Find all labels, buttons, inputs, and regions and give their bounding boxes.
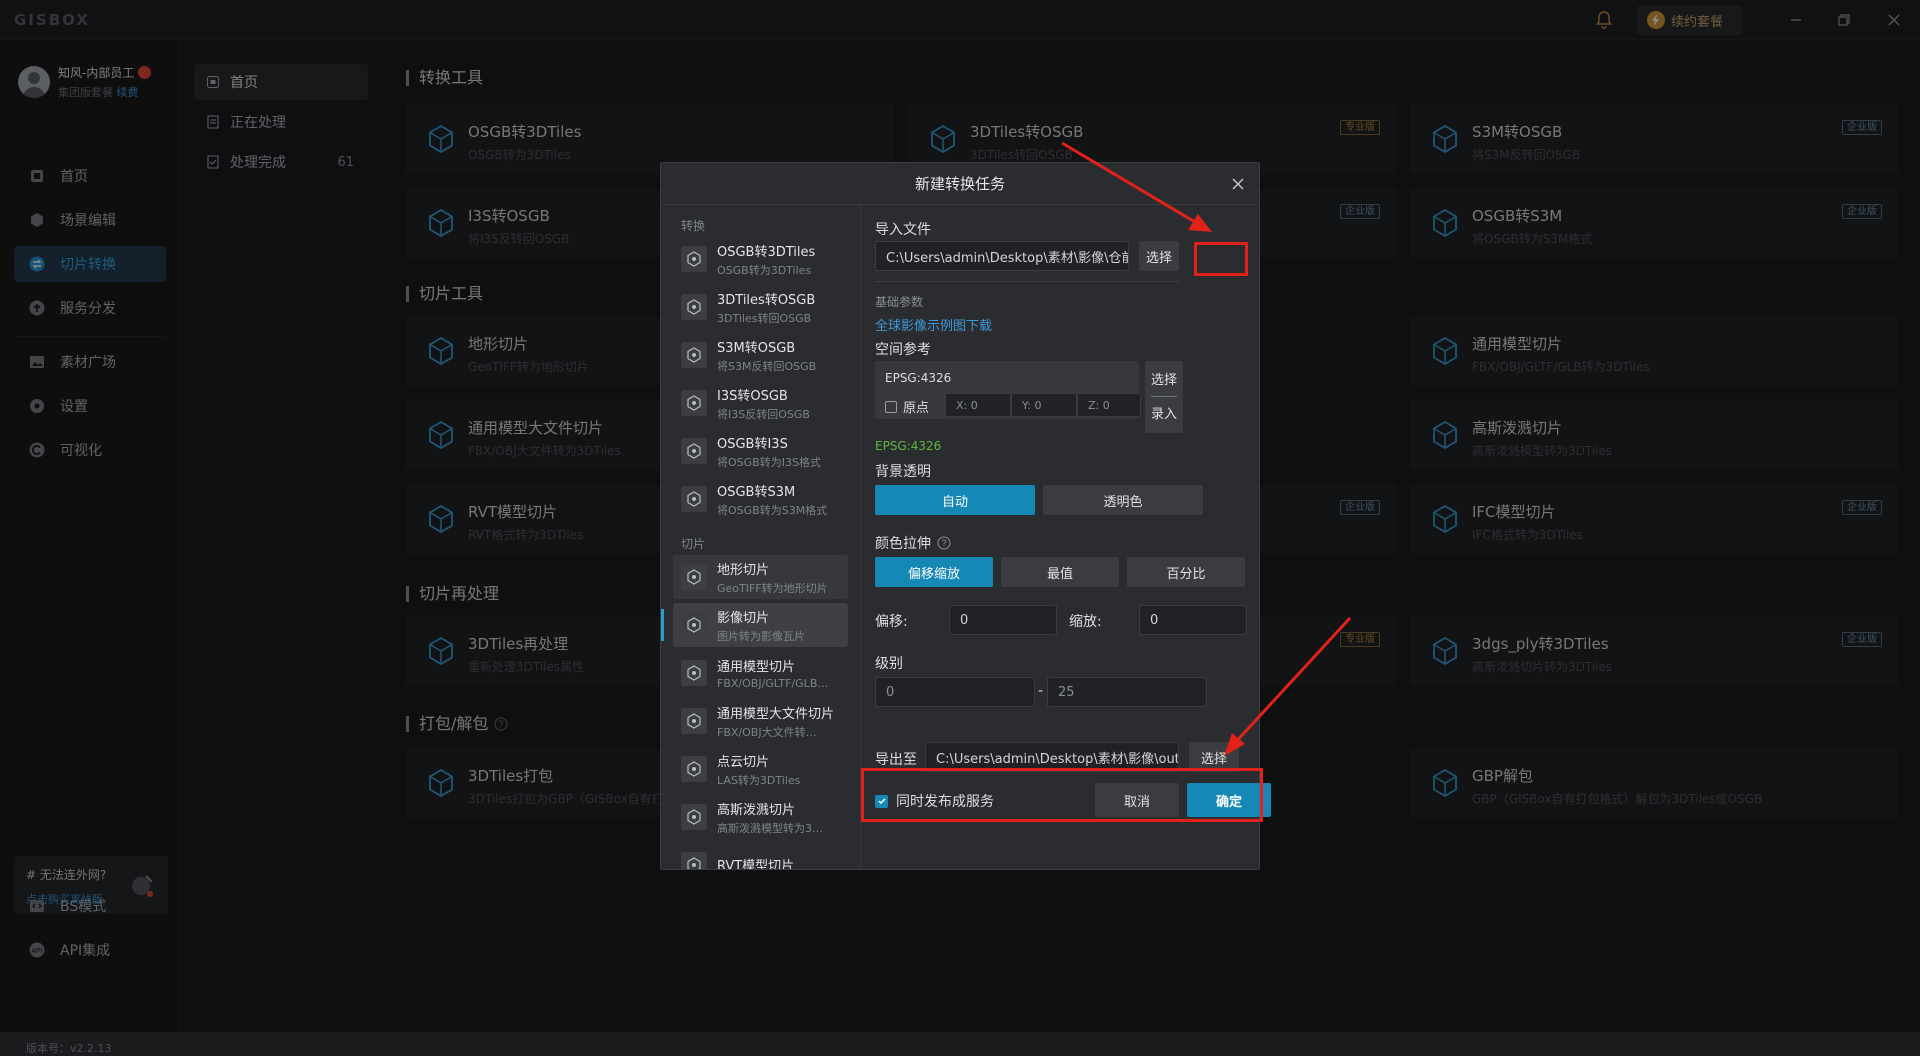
group-label-convert: 转换 bbox=[681, 219, 706, 233]
origin-checkbox[interactable] bbox=[885, 400, 897, 413]
task-type-title: 3DTiles转OSGB bbox=[717, 292, 816, 308]
import-file-label: 导入文件 bbox=[875, 222, 931, 238]
task-type-title: 通用模型切片 bbox=[717, 660, 796, 675]
task-type-icon bbox=[681, 438, 707, 464]
group-label-slice: 切片 bbox=[681, 537, 706, 551]
task-type-desc: OSGB转为3DTiles bbox=[717, 263, 812, 277]
task-type-desc: 高斯泼溅模型转为3… bbox=[717, 821, 823, 835]
level-label: 级别 bbox=[875, 656, 903, 672]
task-type-icon bbox=[681, 756, 707, 782]
task-type-item[interactable]: 3DTiles转OSGB 3DTiles转回OSGB bbox=[673, 285, 848, 329]
task-type-title: OSGB转S3M bbox=[717, 484, 796, 500]
task-type-desc: 将S3M反转回OSGB bbox=[717, 359, 817, 373]
version-label: 版本号：v2.2.13 bbox=[26, 1042, 112, 1055]
task-type-item[interactable]: OSGB转S3M 将OSGB转为S3M格式 bbox=[673, 477, 848, 521]
dialog-title: 新建转换任务 bbox=[914, 175, 1005, 193]
svg-text:?: ? bbox=[941, 538, 946, 548]
bg-auto-button[interactable]: 自动 bbox=[875, 485, 1035, 515]
task-type-desc: FBX/OBJ/GLTF/GLB… bbox=[717, 677, 829, 690]
task-type-icon bbox=[681, 852, 707, 869]
task-type-item[interactable]: OSGB转3DTiles OSGB转为3DTiles bbox=[673, 237, 848, 281]
task-type-title: I3S转OSGB bbox=[717, 388, 788, 404]
epsg-value: EPSG:4326 bbox=[885, 371, 952, 385]
level-min-input[interactable]: 0 bbox=[875, 677, 1035, 707]
task-type-icon bbox=[681, 660, 707, 686]
spatial-ref-actions: 选择 录入 bbox=[1145, 361, 1183, 433]
task-type-desc: 将OSGB转为I3S格式 bbox=[717, 455, 821, 469]
task-type-list: 转换 OSGB转3DTiles OSGB转为3DTiles 3DTiles转OSGB… bbox=[661, 205, 861, 869]
task-type-item[interactable]: 通用模型切片 FBX/OBJ/GLTF/GLB… bbox=[673, 651, 848, 695]
task-type-icon bbox=[681, 708, 707, 734]
task-type-icon bbox=[681, 342, 707, 368]
offset-input[interactable]: 0 bbox=[949, 605, 1057, 635]
task-type-icon bbox=[681, 612, 707, 638]
offset-label: 偏移: bbox=[875, 614, 908, 630]
task-type-desc: FBX/OBJ大文件转… bbox=[717, 725, 817, 739]
import-choose-button[interactable]: 选择 bbox=[1139, 241, 1179, 271]
task-type-title: 影像切片 bbox=[717, 610, 770, 626]
stretch-label: 颜色拉伸 bbox=[875, 536, 931, 552]
task-type-icon bbox=[681, 564, 707, 590]
task-type-title: RVT模型切片 bbox=[717, 858, 795, 870]
spatial-ref-box: EPSG:4326 原点 X: 0 Y: 0 Z: 0 bbox=[875, 361, 1141, 419]
task-type-item[interactable]: 高斯泼溅切片高斯泼溅模型转为3… bbox=[673, 795, 848, 839]
task-type-title: 地形切片 bbox=[717, 562, 770, 578]
close-icon[interactable] bbox=[1229, 175, 1247, 193]
help-icon[interactable]: ? bbox=[937, 536, 951, 550]
level-max-input[interactable]: 25 bbox=[1047, 677, 1207, 707]
bg-transparent-label: 背景透明 bbox=[875, 464, 931, 480]
basic-params-label: 基础参数 bbox=[875, 295, 924, 309]
task-type-item[interactable]: 影像切片图片转为影像瓦片 bbox=[661, 603, 848, 647]
task-type-desc: 图片转为影像瓦片 bbox=[717, 629, 805, 643]
task-type-title: S3M转OSGB bbox=[717, 340, 796, 356]
stretch-percent-button[interactable]: 百分比 bbox=[1127, 557, 1245, 587]
annotation-box-export bbox=[861, 768, 1263, 822]
new-task-dialog: 新建转换任务 转换 OSGB转3DTiles OSGB转为3DTiles 3DTil… bbox=[660, 162, 1271, 870]
bg-transparent-color-button[interactable]: 透明色 bbox=[1043, 485, 1203, 515]
task-type-item[interactable]: OSGB转I3S 将OSGB转为I3S格式 bbox=[673, 429, 848, 473]
task-type-desc: 将OSGB转为S3M格式 bbox=[717, 503, 828, 517]
task-type-title: OSGB转I3S bbox=[717, 436, 788, 452]
task-type-desc: 3DTiles转回OSGB bbox=[717, 311, 812, 325]
task-type-desc: 将I3S反转回OSGB bbox=[717, 407, 810, 421]
task-type-desc: GeoTIFF转为地形切片 bbox=[717, 581, 828, 595]
origin-x-input[interactable]: X: 0 bbox=[945, 393, 1011, 417]
task-type-title: 点云切片 bbox=[717, 754, 770, 770]
export-label: 导出至 bbox=[875, 752, 917, 768]
spatial-ref-enter-button[interactable]: 录入 bbox=[1145, 403, 1183, 422]
origin-y-input[interactable]: Y: 0 bbox=[1011, 393, 1077, 417]
task-type-item[interactable]: 通用模型大文件切片 FBX/OBJ大文件转… bbox=[673, 699, 848, 743]
selected-indicator bbox=[661, 609, 664, 641]
origin-z-input[interactable]: Z: 0 bbox=[1077, 393, 1141, 417]
task-type-item[interactable]: I3S转OSGB 将I3S反转回OSGB bbox=[673, 381, 848, 425]
task-type-title: 通用模型大文件切片 bbox=[717, 706, 835, 722]
task-type-icon bbox=[681, 804, 707, 830]
task-type-item[interactable]: RVT模型切片 bbox=[673, 843, 848, 869]
stretch-label-row: 颜色拉伸 ? bbox=[875, 533, 951, 553]
stretch-minmax-button[interactable]: 最值 bbox=[1001, 557, 1119, 587]
origin-label: 原点 bbox=[903, 401, 930, 416]
task-type-desc: LAS转为3DTiles bbox=[717, 773, 801, 787]
task-type-title: OSGB转3DTiles bbox=[717, 244, 816, 260]
stretch-offset-scale-button[interactable]: 偏移缩放 bbox=[875, 557, 993, 587]
level-separator: - bbox=[1038, 683, 1044, 699]
task-type-icon bbox=[681, 486, 707, 512]
task-type-item[interactable]: 点云切片 LAS转为3DTiles bbox=[673, 747, 848, 791]
scale-input[interactable]: 0 bbox=[1139, 605, 1247, 635]
task-type-icon bbox=[681, 294, 707, 320]
dialog-header: 新建转换任务 bbox=[661, 163, 1259, 205]
scale-label: 缩放: bbox=[1069, 614, 1102, 630]
task-type-icon bbox=[681, 246, 707, 272]
spatial-ref-choose-button[interactable]: 选择 bbox=[1145, 369, 1183, 388]
divider bbox=[875, 281, 1179, 282]
task-type-icon bbox=[681, 390, 707, 416]
task-type-item[interactable]: 地形切片 GeoTIFF转为地形切片 bbox=[673, 555, 848, 599]
import-path-input[interactable]: C:\Users\admin\Desktop\素材\影像\仓前街道_… bbox=[875, 241, 1129, 271]
spatial-ref-label: 空间参考 bbox=[875, 342, 931, 358]
epsg-note: EPSG:4326 bbox=[875, 439, 942, 453]
annotation-box-import bbox=[1194, 242, 1248, 276]
task-type-title: 高斯泼溅切片 bbox=[717, 802, 796, 818]
sample-download-link[interactable]: 全球影像示例图下载 bbox=[875, 315, 992, 334]
task-type-item[interactable]: S3M转OSGB 将S3M反转回OSGB bbox=[673, 333, 848, 377]
